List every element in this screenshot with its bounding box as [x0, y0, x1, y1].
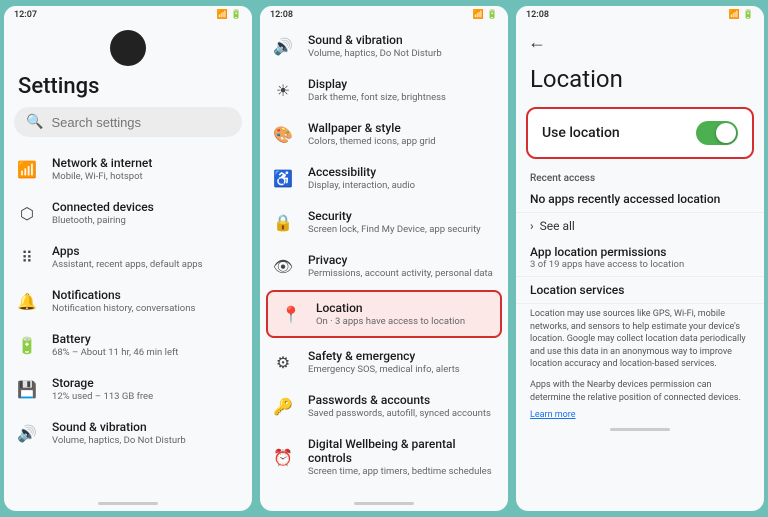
see-all-label: See all	[540, 219, 575, 233]
status-icons-3: 📶 🔋	[729, 10, 754, 20]
status-bar-3: 12:08 📶 🔋	[516, 6, 764, 24]
recent-access-label: Recent access	[516, 169, 764, 186]
passwords-icon: 🔑	[272, 395, 294, 417]
list-item[interactable]: 🔔 Notifications Notification history, co…	[4, 279, 252, 323]
search-bar[interactable]: 🔍	[14, 107, 242, 137]
search-input[interactable]	[51, 115, 230, 130]
safety-icon: ⚙	[272, 351, 294, 373]
list-item[interactable]: 🎨 Wallpaper & style Colors, themed icons…	[260, 112, 508, 156]
accessibility-icon: ♿	[272, 167, 294, 189]
use-location-label: Use location	[542, 125, 620, 141]
no-apps-item: No apps recently accessed location	[516, 186, 764, 213]
list-item[interactable]: 📶 Network & internet Mobile, Wi-Fi, hots…	[4, 147, 252, 191]
chevron-icon: ›	[530, 219, 534, 233]
status-bar-2: 12:08 📶 🔋	[260, 6, 508, 24]
list-item[interactable]: ☀ Display Dark theme, font size, brightn…	[260, 68, 508, 112]
list-item[interactable]: ⬡ Connected devices Bluetooth, pairing	[4, 191, 252, 235]
bell-icon: 🔔	[16, 290, 38, 312]
list-item[interactable]: G Google Services & preferences	[260, 486, 508, 496]
page-title: Settings	[4, 68, 252, 107]
list-item[interactable]: ♿ Accessibility Display, interaction, au…	[260, 156, 508, 200]
search-icon: 🔍	[26, 114, 43, 130]
settings-list-2: 🔊 Sound & vibration Volume, haptics, Do …	[260, 24, 508, 496]
nearby-devices-text: Apps with the Nearby devices permission …	[516, 375, 764, 408]
list-item[interactable]: ⠿ Apps Assistant, recent apps, default a…	[4, 235, 252, 279]
display-icon: ☀	[272, 79, 294, 101]
storage-icon: 💾	[16, 378, 38, 400]
bluetooth-icon: ⬡	[16, 202, 38, 224]
list-item[interactable]: ⏰ Digital Wellbeing & parental controls …	[260, 428, 508, 486]
status-bar-1: 12:07 📶 🔋	[4, 6, 252, 24]
camera-notch	[110, 30, 146, 66]
bottom-bar	[98, 502, 158, 505]
status-icons-2: 📶 🔋	[473, 10, 498, 20]
wellbeing-icon: ⏰	[272, 446, 294, 468]
list-item[interactable]: ⚙ Safety & emergency Emergency SOS, medi…	[260, 340, 508, 384]
location-header: ←	[516, 24, 764, 61]
list-item[interactable]: 🔒 Security Screen lock, Find My Device, …	[260, 200, 508, 244]
privacy-icon: 👁	[272, 255, 294, 277]
wallpaper-icon: 🎨	[272, 123, 294, 145]
sound-icon: 🔊	[16, 422, 38, 444]
use-location-card[interactable]: Use location	[526, 107, 754, 159]
sound-icon: 🔊	[272, 35, 294, 57]
list-item[interactable]: 💾 Storage 12% used – 113 GB free	[4, 367, 252, 411]
bottom-bar	[610, 428, 670, 431]
location-services-desc: Location may use sources like GPS, Wi-Fi…	[516, 304, 764, 375]
location-services-item[interactable]: Location services	[516, 277, 764, 304]
time-3: 12:08	[526, 10, 549, 20]
learn-more-link[interactable]: Learn more	[516, 408, 764, 422]
location-toggle[interactable]	[696, 121, 738, 145]
list-item[interactable]: 🔋 Battery 68% – About 11 hr, 46 min left	[4, 323, 252, 367]
wifi-icon: 📶	[16, 158, 38, 180]
list-item[interactable]: 🔊 Sound & vibration Volume, haptics, Do …	[4, 411, 252, 455]
list-item[interactable]: 👁 Privacy Permissions, account activity,…	[260, 244, 508, 288]
status-icons-1: 📶 🔋	[217, 10, 242, 20]
location-icon: 📍	[280, 303, 302, 325]
location-page-title: Location	[516, 61, 764, 103]
apps-icon: ⠿	[16, 246, 38, 268]
toggle-knob	[716, 123, 736, 143]
security-icon: 🔒	[272, 211, 294, 233]
list-item[interactable]: 🔑 Passwords & accounts Saved passwords, …	[260, 384, 508, 428]
see-all-row[interactable]: › See all	[516, 213, 764, 239]
panel-1-settings: 12:07 📶 🔋 Settings 🔍 📶 Network & interne…	[4, 6, 252, 511]
location-item[interactable]: 📍 Location On · 3 apps have access to lo…	[266, 290, 502, 338]
time-1: 12:07	[14, 10, 37, 20]
settings-list-1: 📶 Network & internet Mobile, Wi-Fi, hots…	[4, 147, 252, 496]
panel-3-location: 12:08 📶 🔋 ← Location Use location Recent…	[516, 6, 764, 511]
time-2: 12:08	[270, 10, 293, 20]
list-item[interactable]: 🔊 Sound & vibration Volume, haptics, Do …	[260, 24, 508, 68]
battery-icon: 🔋	[16, 334, 38, 356]
bottom-bar	[354, 502, 414, 505]
panel-2-settings: 12:08 📶 🔋 🔊 Sound & vibration Volume, ha…	[260, 6, 508, 511]
app-permissions-item[interactable]: App location permissions 3 of 19 apps ha…	[516, 239, 764, 277]
back-button[interactable]: ←	[528, 32, 546, 53]
